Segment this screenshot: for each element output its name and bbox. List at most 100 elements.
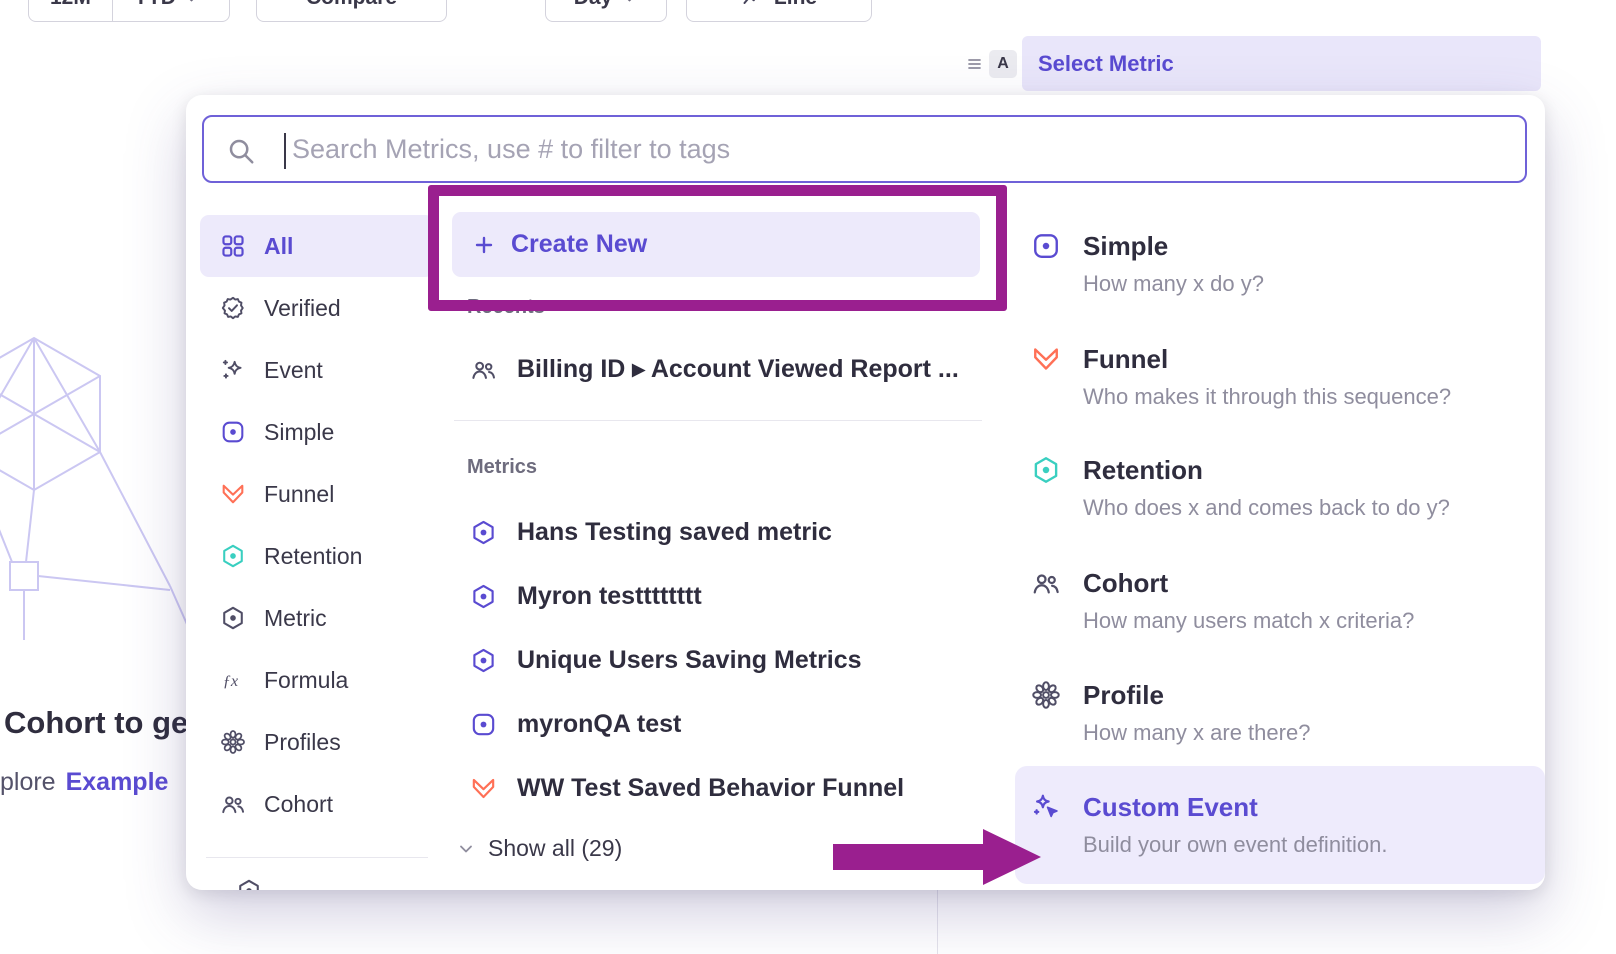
recent-metric-item[interactable]: Billing ID ▸ Account Viewed Report ...: [454, 341, 984, 397]
saved-metric-item[interactable]: Myron testttttttt: [454, 568, 984, 624]
chevron-down-icon: [621, 0, 638, 7]
sidebar-item-label: All: [264, 233, 293, 260]
sidebar-item-cohort[interactable]: Cohort: [200, 773, 434, 835]
type-title: Profile: [1083, 679, 1545, 711]
plus-icon: [472, 233, 496, 257]
saved-metric-label: Myron testttttttt: [517, 582, 702, 611]
sidebar-item-label: Funnel: [264, 481, 334, 508]
compare-button[interactable]: Compare: [256, 0, 447, 22]
partial-sidebar-icon[interactable]: [236, 878, 262, 890]
saved-metric-label: WW Test Saved Behavior Funnel: [517, 774, 904, 803]
sidebar-item-simple[interactable]: Simple: [200, 401, 434, 463]
range-12m-label: 12M: [50, 0, 91, 10]
retention-icon: [220, 543, 246, 569]
profiles-icon: [220, 729, 246, 755]
verified-icon: [220, 295, 246, 321]
sidebar-item-event[interactable]: Event: [200, 339, 434, 401]
list-divider: [454, 420, 982, 421]
type-funnel[interactable]: Funnel Who makes it through this sequenc…: [1015, 343, 1545, 410]
saved-metric-label: Hans Testing saved metric: [517, 518, 832, 547]
metric-picker-dialog: All Verified Event Simple Funnel Retenti…: [186, 95, 1545, 890]
sidebar-item-label: Metric: [264, 605, 327, 632]
date-range-control[interactable]: 12M YTD: [28, 0, 230, 22]
range-ytd-button[interactable]: YTD: [113, 0, 221, 21]
svg-text:ƒx: ƒx: [223, 672, 239, 690]
type-title: Simple: [1083, 230, 1545, 262]
sidebar-item-formula[interactable]: ƒx Formula: [200, 649, 434, 711]
text-caret: [284, 133, 286, 169]
retention-icon: [1031, 455, 1061, 485]
sidebar-item-label: Profiles: [264, 729, 341, 756]
range-ytd-label: YTD: [134, 0, 176, 10]
simple-icon: [1031, 231, 1061, 261]
example-report-link[interactable]: Example: [66, 768, 169, 796]
saved-metric-item[interactable]: Unique Users Saving Metrics: [454, 632, 984, 688]
granularity-day-button[interactable]: Day: [545, 0, 667, 22]
chart-type-line-button[interactable]: Line: [686, 0, 872, 22]
show-all-label: Show all (29): [488, 835, 622, 862]
metric-type-column: Simple How many x do y? Funnel Who makes…: [1015, 95, 1545, 890]
saved-metric-item[interactable]: WW Test Saved Behavior Funnel: [454, 760, 984, 816]
empty-state-heading: Cohort to ge: [4, 705, 188, 741]
create-new-button[interactable]: Create New: [452, 212, 980, 277]
profile-icon: [1031, 680, 1061, 710]
saved-metric-item[interactable]: myronQA test: [454, 696, 984, 752]
sidebar-item-profiles[interactable]: Profiles: [200, 711, 434, 773]
grid-icon: [220, 233, 246, 259]
empty-state-subtext: plore Example: [0, 768, 168, 797]
type-description: How many x are there?: [1083, 720, 1545, 746]
subtext-fragment: plore: [0, 768, 56, 796]
type-simple[interactable]: Simple How many x do y?: [1015, 230, 1545, 297]
chevron-down-icon: [456, 839, 476, 859]
type-custom-event[interactable]: Custom Event Build your own event defini…: [1015, 791, 1545, 858]
funnel-icon: [470, 775, 497, 802]
select-metric-button[interactable]: Select Metric: [1022, 36, 1541, 91]
recents-section-label: Recents: [467, 296, 545, 319]
saved-metric-label: myronQA test: [517, 710, 681, 739]
metric-hexagon-icon: [470, 583, 497, 610]
type-description: Who makes it through this sequence?: [1083, 384, 1545, 410]
sidebar-divider: [206, 857, 428, 858]
sidebar-item-all[interactable]: All: [200, 215, 434, 277]
select-metric-label: Select Metric: [1038, 51, 1174, 77]
type-title: Funnel: [1083, 343, 1545, 375]
type-description: How many users match x criteria?: [1083, 608, 1545, 634]
sidebar-item-label: Cohort: [264, 791, 333, 818]
custom-event-icon: [1031, 792, 1061, 822]
filter-sidebar: All Verified Event Simple Funnel Retenti…: [200, 215, 434, 835]
type-cohort[interactable]: Cohort How many users match x criteria?: [1015, 567, 1545, 634]
create-new-label: Create New: [511, 230, 647, 259]
metric-icon: [220, 605, 246, 631]
sidebar-item-metric[interactable]: Metric: [200, 587, 434, 649]
range-12m-button[interactable]: 12M: [29, 0, 112, 21]
line-chart-icon: [741, 0, 765, 10]
type-description: Build your own event definition.: [1083, 832, 1545, 858]
metric-hexagon-icon: [470, 519, 497, 546]
panel-divider: [937, 890, 938, 954]
saved-metric-label: Unique Users Saving Metrics: [517, 646, 862, 675]
sidebar-item-label: Simple: [264, 419, 334, 446]
recent-item-label: Billing ID ▸ Account Viewed Report ...: [517, 354, 959, 384]
sidebar-item-verified[interactable]: Verified: [200, 277, 434, 339]
show-all-toggle[interactable]: Show all (29): [456, 835, 622, 862]
type-profile[interactable]: Profile How many x are there?: [1015, 679, 1545, 746]
sidebar-item-label: Event: [264, 357, 323, 384]
cohort-icon: [220, 791, 246, 817]
sidebar-item-retention[interactable]: Retention: [200, 525, 434, 587]
type-description: How many x do y?: [1083, 271, 1545, 297]
event-icon: [220, 357, 246, 383]
type-retention[interactable]: Retention Who does x and comes back to d…: [1015, 454, 1545, 521]
type-title: Custom Event: [1083, 791, 1545, 823]
formula-icon: ƒx: [220, 667, 246, 693]
compare-label: Compare: [306, 0, 397, 10]
drag-handle-icon[interactable]: [964, 52, 988, 76]
sidebar-item-label: Verified: [264, 295, 341, 322]
saved-metric-item[interactable]: Hans Testing saved metric: [454, 504, 984, 560]
simple-icon: [470, 711, 497, 738]
simple-icon: [220, 419, 246, 445]
sidebar-item-funnel[interactable]: Funnel: [200, 463, 434, 525]
day-label: Day: [574, 0, 613, 10]
cohort-icon: [470, 356, 497, 383]
type-description: Who does x and comes back to do y?: [1083, 495, 1545, 521]
metric-hexagon-icon: [470, 647, 497, 674]
